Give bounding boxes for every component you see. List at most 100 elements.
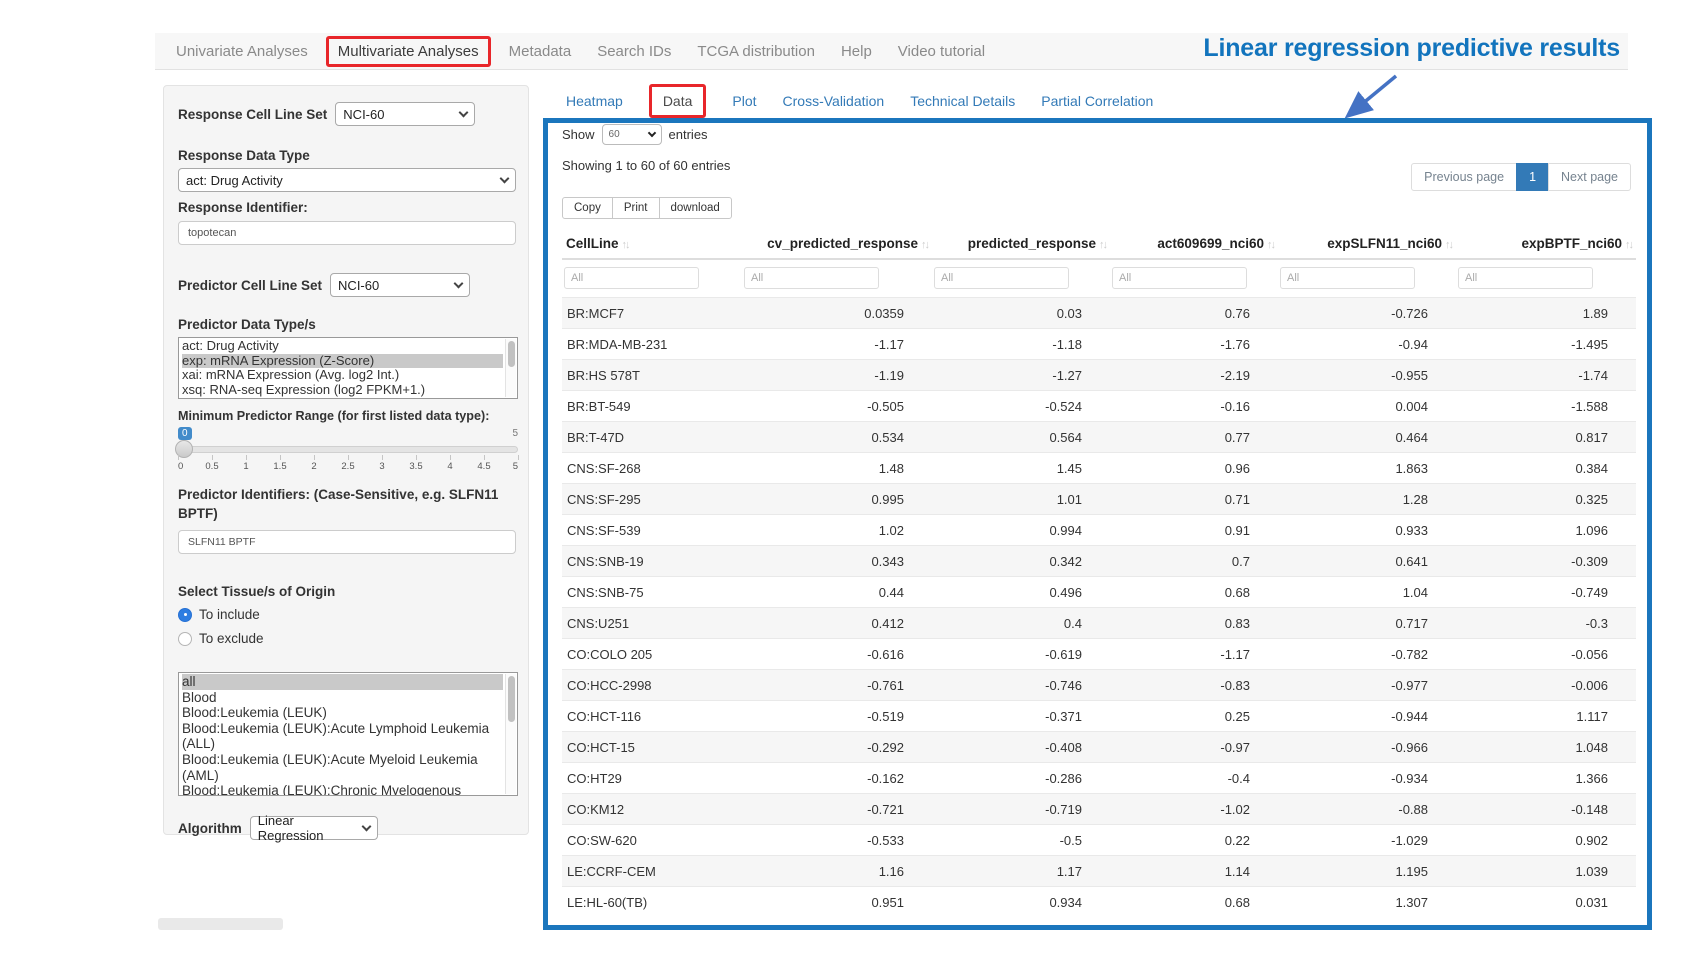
page-number-button[interactable]: 1	[1516, 163, 1549, 191]
nav-item-help[interactable]: Help	[828, 43, 885, 60]
print-button[interactable]: Print	[612, 197, 660, 219]
cell-value: 0.031	[1456, 887, 1636, 918]
nav-item-univariate-analyses[interactable]: Univariate Analyses	[163, 43, 321, 60]
scrollbar[interactable]	[505, 674, 516, 794]
column-filter-input[interactable]	[744, 267, 879, 289]
table-row[interactable]: CNS:SNB-750.440.4960.681.04-0.749	[562, 577, 1636, 608]
response-data-type-select[interactable]: act: Drug Activity	[178, 168, 516, 192]
predictor-cell-line-set-select[interactable]: NCI-60	[330, 273, 470, 297]
column-header-expslfn11-nci60[interactable]: expSLFN11_nci60↑↓	[1278, 227, 1456, 259]
tab-plot[interactable]: Plot	[732, 93, 756, 109]
previous-page-button[interactable]: Previous page	[1411, 163, 1517, 191]
column-header-cellline[interactable]: CellLine↑↓	[562, 227, 742, 259]
response-data-type-label: Response Data Type	[178, 148, 514, 163]
table-row[interactable]: CNS:SF-2950.9951.010.711.280.325	[562, 484, 1636, 515]
cell-value: -0.934	[1278, 763, 1456, 794]
entries-label: entries	[669, 127, 708, 142]
table-row[interactable]: CO:KM12-0.721-0.719-1.02-0.88-0.148	[562, 794, 1636, 825]
column-header-act609699-nci60[interactable]: act609699_nci60↑↓	[1110, 227, 1278, 259]
sort-icon[interactable]: ↑↓	[1445, 239, 1452, 251]
cell-value: 0.68	[1110, 887, 1278, 918]
response-cell-line-set-select[interactable]: NCI-60	[335, 102, 475, 126]
sort-icon[interactable]: ↑↓	[1267, 239, 1274, 251]
table-row[interactable]: BR:T-47D0.5340.5640.770.4640.817	[562, 422, 1636, 453]
predictor-type-option[interactable]: xai: mRNA Expression (Avg. log2 Int.)	[182, 368, 503, 383]
nav-item-metadata[interactable]: Metadata	[496, 43, 585, 60]
tab-technical-details[interactable]: Technical Details	[910, 93, 1015, 109]
cell-value: 0.995	[742, 484, 932, 515]
cell-value: -0.88	[1278, 794, 1456, 825]
nav-item-video-tutorial[interactable]: Video tutorial	[885, 43, 998, 60]
column-filter-input[interactable]	[1112, 267, 1247, 289]
sort-icon[interactable]: ↑↓	[1099, 239, 1106, 251]
predictor-data-types-listbox[interactable]: act: Drug Activityexp: mRNA Expression (…	[178, 337, 518, 399]
cell-value: 1.17	[932, 856, 1110, 887]
column-filter-input[interactable]	[564, 267, 699, 289]
table-row[interactable]: CO:COLO 205-0.616-0.619-1.17-0.782-0.056	[562, 639, 1636, 670]
table-row[interactable]: LE:HL-60(TB)0.9510.9340.681.3070.031	[562, 887, 1636, 918]
predictor-type-option[interactable]: exp: mRNA Expression (Z-Score)	[182, 354, 503, 369]
page-length-select[interactable]: 60	[602, 124, 662, 145]
radio-include-checked-icon[interactable]	[178, 608, 192, 622]
scrollbar[interactable]	[505, 339, 516, 397]
radio-exclude-icon[interactable]	[178, 632, 192, 646]
column-filter-input[interactable]	[934, 267, 1069, 289]
sort-icon[interactable]: ↑↓	[921, 239, 928, 251]
nav-item-multivariate-analyses[interactable]: Multivariate Analyses	[326, 36, 491, 67]
predictor-identifiers-input[interactable]	[178, 530, 516, 554]
tab-data[interactable]: Data	[649, 84, 707, 118]
sort-icon[interactable]: ↑↓	[1625, 239, 1632, 251]
table-row[interactable]: CO:HCC-2998-0.761-0.746-0.83-0.977-0.006	[562, 670, 1636, 701]
tissue-option[interactable]: Blood:Leukemia (LEUK):Acute Myeloid Leuk…	[182, 752, 503, 783]
column-header-expbptf-nci60[interactable]: expBPTF_nci60↑↓	[1456, 227, 1636, 259]
table-row[interactable]: CO:HCT-15-0.292-0.408-0.97-0.9661.048	[562, 732, 1636, 763]
tissue-option[interactable]: Blood:Leukemia (LEUK):Chronic Myelogenou…	[182, 783, 503, 796]
table-row[interactable]: CNS:SF-2681.481.450.961.8630.384	[562, 453, 1636, 484]
table-row[interactable]: CO:SW-620-0.533-0.50.22-1.0290.902	[562, 825, 1636, 856]
algorithm-select[interactable]: Linear Regression	[250, 816, 378, 840]
select-value: 60	[609, 129, 620, 140]
table-row[interactable]: BR:MDA-MB-231-1.17-1.18-1.76-0.94-1.495	[562, 329, 1636, 360]
table-row[interactable]: BR:HS 578T-1.19-1.27-2.19-0.955-1.74	[562, 360, 1636, 391]
response-identifier-input[interactable]	[178, 221, 516, 245]
table-row[interactable]: BR:MCF70.03590.030.76-0.7261.89	[562, 298, 1636, 329]
cell-value: -0.966	[1278, 732, 1456, 763]
table-row[interactable]: CNS:SF-5391.020.9940.910.9331.096	[562, 515, 1636, 546]
slider-track[interactable]	[178, 446, 518, 453]
predictor-type-option[interactable]: act: Drug Activity	[182, 339, 503, 354]
cell-value: -0.3	[1456, 608, 1636, 639]
predictor-type-option[interactable]: xsq: RNA-seq Expression (log2 FPKM+1.)	[182, 383, 503, 398]
download-button[interactable]: download	[659, 197, 732, 219]
table-row[interactable]: LE:CCRF-CEM1.161.171.141.1951.039	[562, 856, 1636, 887]
table-row[interactable]: CO:HT29-0.162-0.286-0.4-0.9341.366	[562, 763, 1636, 794]
tab-cross-validation[interactable]: Cross-Validation	[783, 93, 885, 109]
table-row[interactable]: CNS:SNB-190.3430.3420.70.641-0.309	[562, 546, 1636, 577]
tissue-option[interactable]: Blood:Leukemia (LEUK)	[182, 705, 503, 721]
cell-value: -1.02	[1110, 794, 1278, 825]
column-header-predicted-response[interactable]: predicted_response↑↓	[932, 227, 1110, 259]
cell-value: 0.902	[1456, 825, 1636, 856]
cell-value: -0.83	[1110, 670, 1278, 701]
table-row[interactable]: BR:BT-549-0.505-0.524-0.160.004-1.588	[562, 391, 1636, 422]
table-row[interactable]: CNS:U2510.4120.40.830.717-0.3	[562, 608, 1636, 639]
tissue-option[interactable]: all	[182, 674, 503, 690]
cell-value: -1.17	[742, 329, 932, 360]
next-page-button[interactable]: Next page	[1548, 163, 1631, 191]
cell-value: -1.029	[1278, 825, 1456, 856]
column-filter-input[interactable]	[1280, 267, 1415, 289]
tissue-option[interactable]: Blood:Leukemia (LEUK):Acute Lymphoid Leu…	[182, 721, 503, 752]
sort-icon[interactable]: ↑↓	[622, 239, 629, 251]
tab-heatmap[interactable]: Heatmap	[566, 93, 623, 109]
tissue-listbox[interactable]: allBloodBlood:Leukemia (LEUK)Blood:Leuke…	[178, 672, 518, 796]
min-predictor-range-slider[interactable]: 0 5 00.511.522.533.544.55	[178, 427, 518, 473]
column-header-cv-predicted-response[interactable]: cv_predicted_response↑↓	[742, 227, 932, 259]
tab-partial-correlation[interactable]: Partial Correlation	[1041, 93, 1153, 109]
tissue-option[interactable]: Blood	[182, 690, 503, 706]
chevron-down-icon	[500, 173, 510, 183]
nav-item-tcga-distribution[interactable]: TCGA distribution	[684, 43, 828, 60]
table-row[interactable]: CO:HCT-116-0.519-0.3710.25-0.9441.117	[562, 701, 1636, 732]
nav-item-search-ids[interactable]: Search IDs	[584, 43, 684, 60]
cell-value: 1.01	[932, 484, 1110, 515]
column-filter-input[interactable]	[1458, 267, 1593, 289]
copy-button[interactable]: Copy	[562, 197, 613, 219]
